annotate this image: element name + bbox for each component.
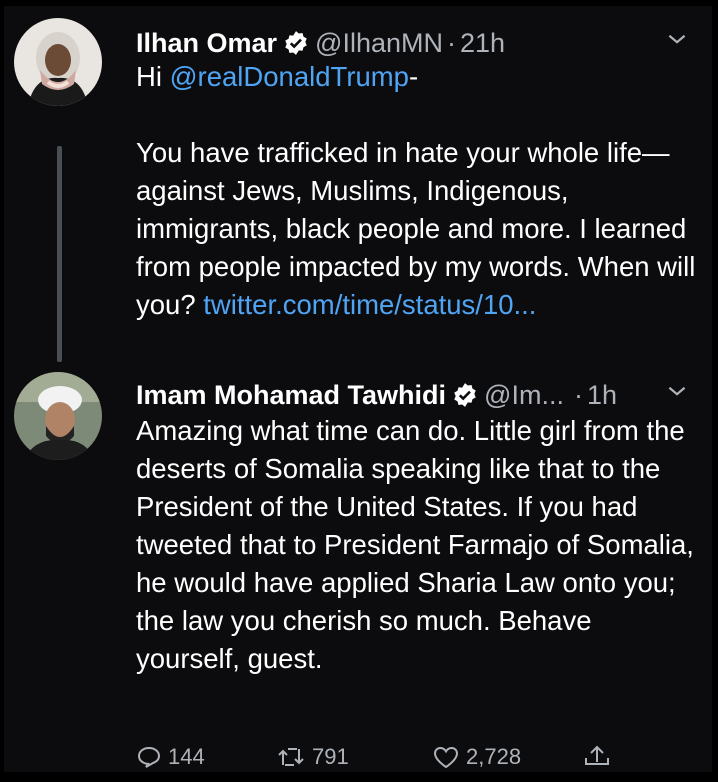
tweet-body: You have trafficked in hate your whole l… xyxy=(136,137,696,320)
screenshot-frame: Ilhan Omar @IlhanMN · 21h Hi @realDonaldTru… xyxy=(0,0,718,782)
author-handle[interactable]: @Im... xyxy=(484,380,564,410)
like-button[interactable]: 2,728 xyxy=(432,744,521,770)
tweet-body: Amazing what time can do. Little girl fr… xyxy=(136,415,694,674)
retweet-button[interactable]: 791 xyxy=(276,744,349,770)
tweet-text: Amazing what time can do. Little girl fr… xyxy=(136,412,701,678)
like-icon xyxy=(433,746,459,769)
reply-count: 144 xyxy=(168,744,205,769)
share-icon xyxy=(585,745,609,765)
timestamp[interactable]: 21h xyxy=(460,28,505,58)
author-name[interactable]: Imam Mohamad Tawhidi xyxy=(136,380,446,410)
tweet-header: Imam Mohamad Tawhidi @Im... · 1h xyxy=(136,378,617,416)
retweet-count: 791 xyxy=(312,744,349,769)
chevron-down-icon[interactable] xyxy=(664,378,690,409)
chevron-down-icon[interactable] xyxy=(664,26,690,57)
author-handle[interactable]: @IlhanMN xyxy=(315,28,443,58)
truncation-fade xyxy=(136,342,336,360)
avatar-ilhan-omar[interactable] xyxy=(14,18,102,106)
mention-link[interactable]: @realDonaldTrump xyxy=(170,61,409,92)
share-button[interactable] xyxy=(582,744,612,768)
greeting-line: Hi @realDonaldTrump- xyxy=(136,61,419,92)
verified-icon xyxy=(452,382,478,416)
thread-line xyxy=(57,146,62,362)
reply-button[interactable]: 144 xyxy=(136,744,205,770)
tweet-actions: 144 791 2,728 xyxy=(136,744,656,774)
reply-icon xyxy=(137,746,161,768)
separator: · xyxy=(573,380,583,410)
retweet-icon xyxy=(278,748,304,766)
avatar-tawhidi[interactable] xyxy=(14,372,102,460)
separator: · xyxy=(447,28,456,58)
timeline: Ilhan Omar @IlhanMN · 21h Hi @realDonaldTru… xyxy=(4,6,712,772)
timestamp[interactable]: 1h xyxy=(587,380,617,410)
tweet-link[interactable]: twitter.com/time/status/10... xyxy=(203,289,536,320)
author-name[interactable]: Ilhan Omar xyxy=(136,28,277,58)
like-count: 2,728 xyxy=(466,744,522,769)
